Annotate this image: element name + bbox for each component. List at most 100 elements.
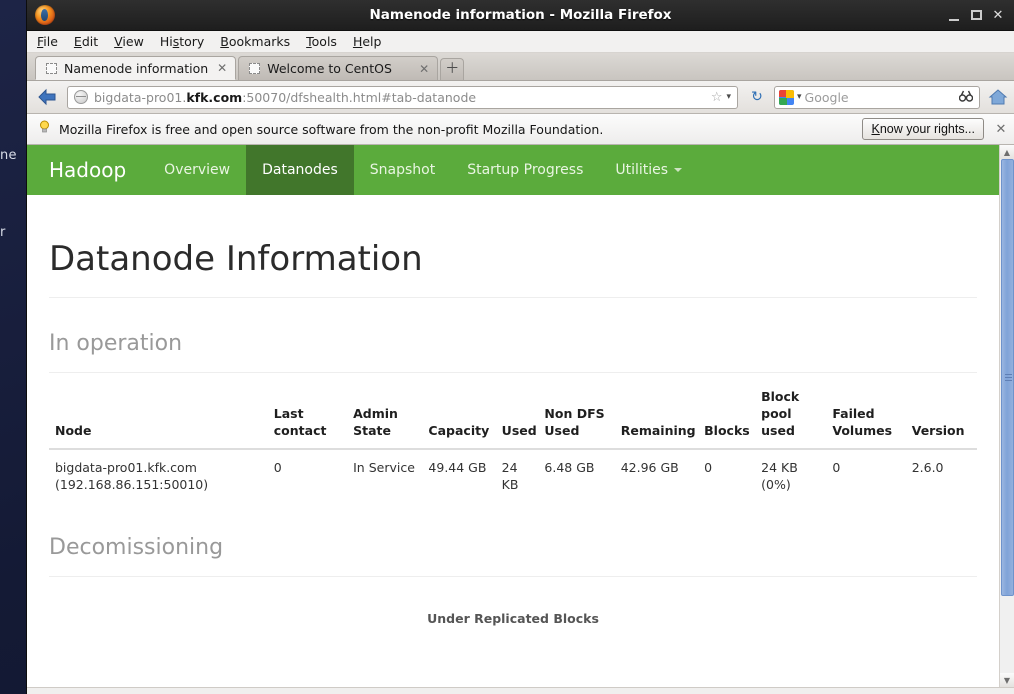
nav-label: Startup Progress: [467, 162, 584, 178]
url-prefix: bigdata-pro01.: [94, 89, 187, 105]
column-header-last-contact[interactable]: Last contact: [267, 373, 348, 450]
url-suffix: :50070/dfshealth.html#tab-datanode: [242, 89, 477, 105]
tab-label: Welcome to CentOS: [267, 61, 392, 76]
menu-bookmarks-label: ookmarks: [228, 34, 291, 49]
scrollbar-thumb[interactable]: [1001, 159, 1014, 596]
menu-bar: File Edit View History Bookmarks Tools H…: [27, 31, 1014, 53]
cell-block-pool-used: 24 KB (0%): [755, 448, 827, 502]
button-accel-letter: K: [871, 122, 880, 136]
cell-used: 24 KB: [495, 448, 539, 502]
menu-view-label: iew: [122, 34, 144, 49]
nav-item-startup-progress[interactable]: Startup Progress: [451, 145, 599, 195]
column-header-used[interactable]: Used: [495, 373, 539, 450]
cell-version: 2.6.0: [905, 448, 977, 502]
menu-help[interactable]: Help: [353, 34, 382, 49]
desktop-icon-label-1: ne: [0, 148, 17, 163]
nav-label: Datanodes: [262, 162, 338, 178]
menu-tools-label: ools: [311, 34, 337, 49]
column-header-version[interactable]: Version: [905, 373, 977, 450]
home-icon[interactable]: [986, 85, 1010, 109]
window-status-strip: [27, 687, 1014, 694]
under-replicated-blocks-heading: Under Replicated Blocks: [427, 611, 599, 626]
menu-edit-label: dit: [81, 34, 99, 49]
scrollbar-down-arrow-icon[interactable]: ▼: [1000, 673, 1014, 687]
address-bar[interactable]: bigdata-pro01.kfk.com:50070/dfshealth.ht…: [67, 85, 738, 109]
tab-favicon-icon: [249, 63, 261, 74]
hadoop-brand-link[interactable]: Hadoop: [27, 145, 148, 195]
nav-item-overview[interactable]: Overview: [148, 145, 246, 195]
table-header-row: Node Last contact Admin State Capacity U…: [49, 373, 977, 450]
search-engine-chevron-icon[interactable]: ▾: [797, 92, 802, 102]
web-content-area: Hadoop Overview Datanodes Snapshot Start…: [27, 145, 1014, 687]
section-heading-decomissioning: Decomissioning: [49, 502, 977, 577]
new-tab-button[interactable]: ＋: [440, 58, 465, 80]
chevron-down-icon[interactable]: ▾: [726, 92, 731, 102]
column-header-non-dfs-used[interactable]: Non DFS Used: [538, 373, 615, 450]
menu-history-label: tory: [179, 34, 205, 49]
cell-non-dfs-used: 6.48 GB: [538, 448, 615, 502]
column-header-blocks[interactable]: Blocks: [698, 373, 756, 450]
nav-item-datanodes[interactable]: Datanodes: [246, 145, 354, 195]
cell-last-contact: 0: [267, 448, 348, 502]
menu-file[interactable]: File: [37, 34, 58, 49]
window-title: Namenode information - Mozilla Firefox: [369, 7, 672, 23]
menu-tools[interactable]: Tools: [306, 34, 337, 49]
scrollbar-grip-icon: [1005, 373, 1012, 382]
binoculars-icon: [958, 90, 974, 105]
nav-label: Snapshot: [369, 162, 436, 178]
nav-item-utilities[interactable]: Utilities: [599, 145, 698, 195]
browser-tab-namenode[interactable]: Namenode information ✕: [35, 56, 237, 80]
menu-bookmarks[interactable]: Bookmarks: [220, 34, 290, 49]
button-label: now your rights...: [879, 122, 975, 136]
notification-message: Mozilla Firefox is free and open source …: [59, 121, 604, 137]
table-body: bigdata-pro01.kfk.com (192.168.86.151:50…: [49, 448, 977, 502]
column-header-block-pool-used[interactable]: Block pool used: [755, 373, 827, 450]
know-your-rights-button[interactable]: Know your rights...: [862, 118, 984, 140]
cell-remaining: 42.96 GB: [614, 448, 699, 502]
firefox-window: Namenode information - Mozilla Firefox ✕…: [26, 0, 1014, 694]
cell-blocks: 0: [698, 448, 756, 502]
tab-favicon-icon: [46, 62, 57, 74]
url-host: kfk.com: [186, 89, 243, 105]
lightbulb-icon: [37, 120, 51, 138]
menu-file-label: ile: [43, 34, 58, 49]
bookmark-star-icon[interactable]: ☆: [711, 90, 723, 105]
cell-capacity: 49.44 GB: [422, 448, 496, 502]
menu-history[interactable]: History: [160, 34, 204, 49]
back-arrow-icon[interactable]: [35, 85, 61, 109]
window-minimize-button[interactable]: [946, 8, 962, 24]
menu-edit[interactable]: Edit: [74, 34, 98, 49]
column-header-failed-volumes[interactable]: Failed Volumes: [826, 373, 906, 450]
navigation-toolbar: bigdata-pro01.kfk.com:50070/dfshealth.ht…: [27, 81, 1014, 114]
tab-label: Namenode information: [64, 60, 209, 76]
reload-icon[interactable]: ↻: [746, 86, 768, 108]
cell-node: bigdata-pro01.kfk.com (192.168.86.151:50…: [49, 448, 268, 502]
globe-icon: [74, 90, 88, 104]
tab-strip: Namenode information ✕ Welcome to CentOS…: [27, 53, 1014, 81]
search-bar[interactable]: ▾ Google: [774, 85, 980, 109]
table-row[interactable]: bigdata-pro01.kfk.com (192.168.86.151:50…: [49, 448, 977, 502]
column-header-capacity[interactable]: Capacity: [422, 373, 496, 450]
datanode-table: Node Last contact Admin State Capacity U…: [49, 373, 977, 502]
window-titlebar: Namenode information - Mozilla Firefox ✕: [27, 0, 1014, 31]
tab-close-icon[interactable]: ✕: [417, 62, 431, 76]
search-input[interactable]: Google: [805, 90, 959, 105]
page-scrollbar[interactable]: ▲ ▼: [999, 145, 1014, 687]
notification-close-icon[interactable]: ✕: [992, 122, 1010, 137]
column-header-remaining[interactable]: Remaining: [614, 373, 699, 450]
page-title: Datanode Information: [49, 195, 977, 298]
menu-view[interactable]: View: [114, 34, 144, 49]
page-body: Datanode Information In operation Node L…: [27, 195, 999, 626]
window-close-button[interactable]: ✕: [990, 8, 1006, 24]
nav-label: Utilities: [615, 162, 669, 178]
window-maximize-button[interactable]: [968, 8, 984, 24]
hadoop-navbar: Hadoop Overview Datanodes Snapshot Start…: [27, 145, 999, 195]
nav-item-snapshot[interactable]: Snapshot: [354, 145, 451, 195]
google-icon: [779, 89, 794, 105]
tab-close-icon[interactable]: ✕: [215, 61, 229, 75]
scrollbar-up-arrow-icon[interactable]: ▲: [1000, 145, 1014, 159]
column-header-node[interactable]: Node: [49, 373, 268, 450]
column-header-admin-state[interactable]: Admin State: [347, 373, 423, 450]
desktop-icon-label-2: r: [0, 225, 6, 240]
browser-tab-centos[interactable]: Welcome to CentOS ✕: [238, 56, 439, 80]
